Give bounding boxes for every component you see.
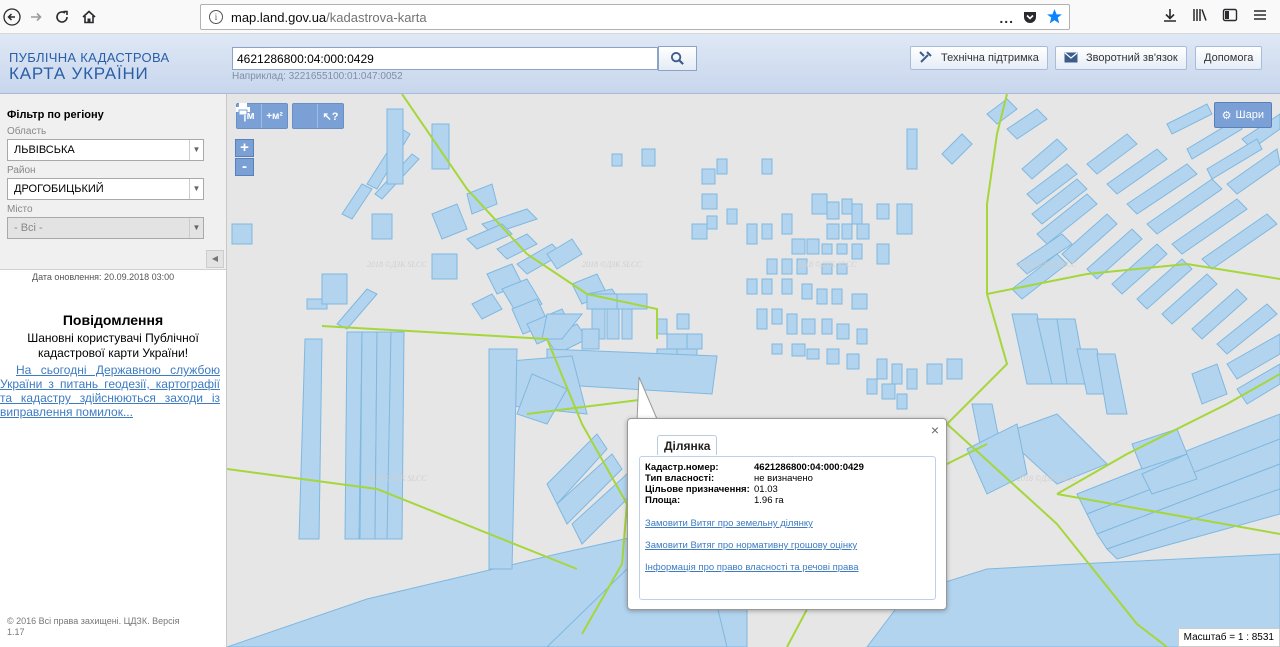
tools-icon — [919, 50, 933, 67]
tab-parcel[interactable]: Ділянка — [657, 435, 718, 455]
search-example: Наприклад: 3221655100:01:047:0052 — [232, 71, 403, 82]
chevron-down-icon: ▼ — [189, 218, 203, 238]
browser-toolbar: i map.land.gov.ua/kadastrova-karta ... — [0, 0, 1280, 34]
pocket-icon[interactable] — [1022, 9, 1038, 28]
filter-title: Фільтр по регіону — [7, 109, 104, 121]
svg-text:2018 ©ДЗК SLCC: 2018 ©ДЗК SLCC — [367, 474, 427, 483]
district-label: Район — [7, 165, 36, 176]
home-icon[interactable] — [77, 5, 101, 29]
feedback-button[interactable]: Зворотний зв'язок — [1055, 46, 1187, 70]
downloads-icon[interactable] — [1162, 7, 1178, 27]
svg-text:2018 ©ДЗК SLCC: 2018 ©ДЗК SLCC — [367, 260, 427, 269]
help-button[interactable]: Допомога — [1195, 46, 1263, 70]
district-select[interactable]: ДРОГОБИЦЬКИЙ ▼ — [7, 178, 204, 200]
search-button[interactable] — [658, 46, 697, 71]
svg-text:2018 ©ДЗК SLCC: 2018 ©ДЗК SLCC — [582, 260, 642, 269]
svg-text:2018 ©ДЗК SLCC: 2018 ©ДЗК SLCC — [1017, 260, 1077, 269]
pointer-question-icon: ↖? — [322, 110, 339, 123]
bookmark-star-icon[interactable] — [1046, 8, 1063, 28]
page-actions-icon[interactable]: ... — [999, 10, 1014, 26]
identify-button[interactable]: ↖? — [318, 104, 343, 128]
parcel-popup: × Ділянка Кадастр.номер: 4621286800:04:00… — [627, 418, 947, 610]
print-button[interactable] — [236, 103, 318, 128]
close-icon[interactable]: × — [931, 422, 939, 438]
scale-indicator: Масштаб = 1 : 8531 — [1177, 628, 1280, 647]
order-valuation-link[interactable]: Замовити Витяг про нормативну грошову оц… — [645, 540, 857, 551]
chevron-down-icon: ▼ — [189, 179, 203, 199]
order-extract-link[interactable]: Замовити Витяг про земельну ділянку — [645, 518, 813, 529]
zoom-in-button[interactable]: + — [235, 139, 254, 157]
map-toolbar: |м +м² ↖? — [236, 103, 344, 129]
sidebar: Фільтр по регіону Область ЛЬВІВСЬКА ▼ Ра… — [0, 94, 227, 647]
region-filter: Фільтр по регіону Область ЛЬВІВСЬКА ▼ Ра… — [0, 94, 226, 270]
print-icon — [236, 103, 250, 115]
ownership-info-link[interactable]: Інформація про право власності та речові… — [645, 562, 859, 573]
svg-text:2018 ©ДЗК SLCC: 2018 ©ДЗК SLCC — [797, 260, 857, 269]
menu-icon[interactable] — [1252, 7, 1268, 27]
region-select[interactable]: ЛЬВІВСЬКА ▼ — [7, 139, 204, 161]
info-row: Тип власності: не визначено — [645, 473, 813, 484]
city-select[interactable]: - Всі - ▼ — [7, 217, 204, 239]
measure-area-button[interactable]: +м² — [262, 104, 287, 128]
svg-text:2018 ©ДЗК SLCC: 2018 ©ДЗК SLCC — [1017, 474, 1077, 483]
area-icon: +м² — [266, 110, 283, 122]
layers-button[interactable]: ⚙ Шари — [1213, 102, 1272, 128]
logo-line2: КАРТА УКРАЇНИ — [9, 64, 149, 83]
notice-text: Шановні користувачі Публічної кадастрово… — [27, 331, 199, 360]
copyright: © 2016 Всі права захищені. ЦДЗК. Версія … — [7, 616, 180, 637]
address-bar[interactable]: i map.land.gov.ua/kadastrova-karta ... — [200, 4, 1070, 30]
info-icon[interactable]: i — [209, 10, 223, 24]
notice-link[interactable]: На сьогодні Державною службою України з … — [0, 363, 220, 419]
envelope-icon — [1064, 51, 1078, 66]
gear-icon: ⚙ — [1221, 109, 1232, 122]
site-header: ПУБЛІЧНА КАДАСТРОВА КАРТА УКРАЇНИ Наприк… — [0, 34, 1280, 94]
search-icon — [670, 51, 684, 65]
info-row: Площа: 1.96 га — [645, 495, 784, 506]
zoom-out-button[interactable]: - — [235, 158, 254, 176]
sidebar-toggle-icon[interactable] — [1222, 7, 1238, 27]
chevron-down-icon: ▼ — [189, 140, 203, 160]
info-row: Цільове призначення: 01.03 — [645, 484, 778, 495]
notice-title: Повідомлення — [62, 312, 164, 328]
collapse-sidebar-button[interactable]: ◀ — [206, 250, 224, 268]
reload-icon[interactable] — [50, 5, 74, 29]
update-date: Дата оновлення: 20.09.2018 03:00 — [32, 272, 175, 282]
parcel-info: Кадастр.номер: 4621286800:04:000:0429 Тип… — [639, 456, 936, 600]
cadastral-search-input[interactable] — [232, 47, 658, 70]
region-label: Область — [7, 126, 47, 137]
logo-line1: ПУБЛІЧНА КАДАСТРОВА — [9, 50, 170, 65]
info-row: Кадастр.номер: 4621286800:04:000:0429 — [645, 462, 864, 473]
city-label: Місто — [7, 204, 33, 215]
library-icon[interactable] — [1192, 7, 1208, 27]
back-icon[interactable] — [0, 5, 24, 29]
forward-icon[interactable] — [24, 5, 48, 29]
url-text: map.land.gov.ua/kadastrova-karta — [231, 10, 427, 25]
support-button[interactable]: Технічна підтримка — [910, 46, 1048, 70]
